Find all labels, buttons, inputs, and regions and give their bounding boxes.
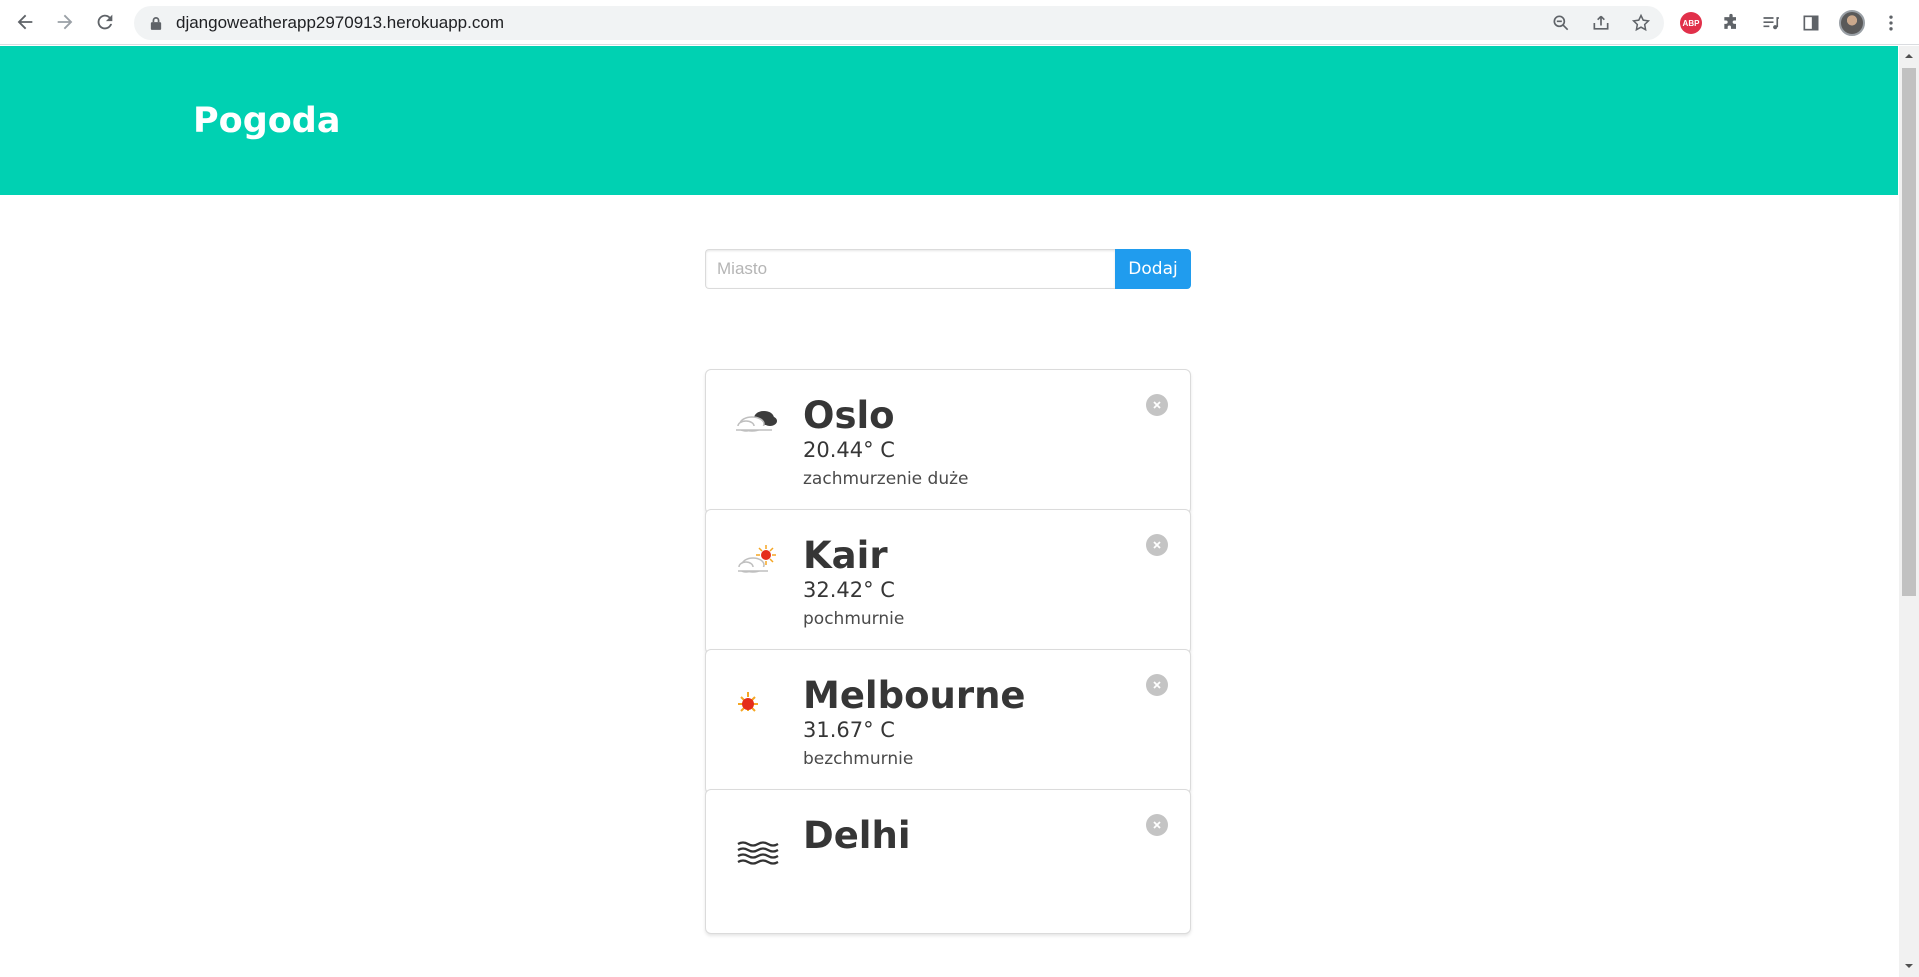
scroll-down-icon[interactable]: [1904, 961, 1914, 971]
reload-icon: [97, 14, 113, 30]
weather-description: zachmurzenie duże: [803, 469, 969, 489]
page-content: Pogoda Dodaj Oslo 20.44° C zachmurzenie …: [0, 46, 1898, 977]
extensions-button[interactable]: [1714, 6, 1748, 40]
haze-icon: [732, 818, 782, 868]
browser-toolbar: djangoweatherapp2970913.herokuapp.com AB…: [0, 0, 1919, 45]
arrow-left-icon: [17, 14, 33, 30]
scrollbar-thumb[interactable]: [1902, 68, 1916, 596]
city-name: Melbourne: [803, 674, 1026, 717]
share-icon[interactable]: [1588, 10, 1614, 36]
vertical-scrollbar[interactable]: [1899, 46, 1919, 977]
add-city-form: Dodaj: [705, 249, 1191, 289]
zoom-icon[interactable]: [1548, 10, 1574, 36]
close-icon: [1153, 401, 1161, 409]
arrow-right-icon: [57, 14, 73, 30]
profile-button[interactable]: [1835, 6, 1869, 40]
menu-button[interactable]: [1874, 6, 1908, 40]
page-title: Pogoda: [193, 101, 341, 141]
puzzle-icon: [1724, 13, 1736, 29]
reload-button[interactable]: [85, 2, 125, 42]
broken-clouds-icon: [732, 396, 782, 446]
close-icon: [1153, 821, 1161, 829]
address-bar[interactable]: djangoweatherapp2970913.herokuapp.com: [134, 6, 1664, 40]
back-button[interactable]: [5, 2, 45, 42]
close-icon: [1153, 541, 1161, 549]
adblock-extension-button[interactable]: ABP: [1674, 6, 1708, 40]
delete-button[interactable]: [1146, 394, 1168, 416]
few-clouds-icon: [732, 536, 782, 586]
weather-description: bezchmurnie: [803, 749, 914, 769]
weather-card: Delhi: [705, 789, 1191, 934]
lock-icon: [150, 15, 164, 31]
temperature: 31.67° C: [803, 718, 895, 742]
url-text: djangoweatherapp2970913.herokuapp.com: [176, 13, 504, 32]
hero-banner: Pogoda: [0, 46, 1898, 195]
temperature: 32.42° C: [803, 578, 895, 602]
media-controls-button[interactable]: [1754, 6, 1788, 40]
temperature: 20.44° C: [803, 438, 895, 462]
bookmark-star-icon[interactable]: [1628, 10, 1654, 36]
avatar: [1839, 10, 1865, 36]
city-name: Kair: [803, 534, 888, 577]
weather-card: Oslo 20.44° C zachmurzenie duże: [705, 369, 1191, 514]
delete-button[interactable]: [1146, 674, 1168, 696]
city-name: Delhi: [803, 814, 911, 857]
delete-button[interactable]: [1146, 814, 1168, 836]
weather-card: Melbourne 31.67° C bezchmurnie: [705, 649, 1191, 794]
forward-button[interactable]: [45, 2, 85, 42]
queue-music-icon: [1763, 17, 1779, 30]
add-button[interactable]: Dodaj: [1115, 249, 1191, 289]
city-name: Oslo: [803, 394, 895, 437]
weather-description: pochmurnie: [803, 609, 905, 629]
side-panel-icon: [1803, 15, 1819, 31]
weather-card: Kair 32.42° C pochmurnie: [705, 509, 1191, 654]
clear-sky-icon: [732, 676, 782, 726]
adblock-icon: ABP: [1680, 12, 1702, 34]
scroll-up-icon[interactable]: [1904, 51, 1914, 61]
close-icon: [1153, 681, 1161, 689]
city-input[interactable]: [705, 249, 1115, 289]
more-vert-icon: [1889, 15, 1893, 31]
delete-button[interactable]: [1146, 534, 1168, 556]
side-panel-button[interactable]: [1794, 6, 1828, 40]
